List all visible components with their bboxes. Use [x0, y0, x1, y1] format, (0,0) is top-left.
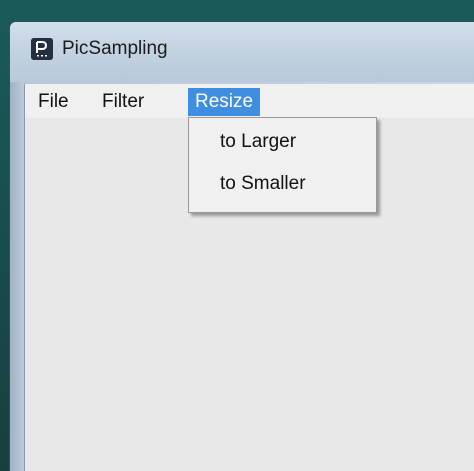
menu-file[interactable]: File: [31, 88, 76, 116]
app-icon[interactable]: [31, 38, 53, 60]
client-area: File Filter Resize to Larger to Smaller: [24, 84, 474, 471]
menu-resize[interactable]: Resize: [188, 88, 261, 116]
window-frame-left: [10, 82, 24, 471]
title-bar[interactable]: PicSampling: [10, 22, 474, 82]
menu-item-to-smaller[interactable]: to Smaller: [189, 166, 376, 202]
resize-dropdown-menu: to Larger to Smaller: [188, 117, 377, 213]
menu-item-to-larger[interactable]: to Larger: [189, 124, 376, 160]
menu-filter[interactable]: Filter: [95, 88, 151, 116]
window-title: PicSampling: [62, 38, 168, 59]
menu-bar: File Filter Resize: [25, 84, 474, 118]
app-window: PicSampling File Filter Resize to Larger…: [9, 21, 474, 471]
